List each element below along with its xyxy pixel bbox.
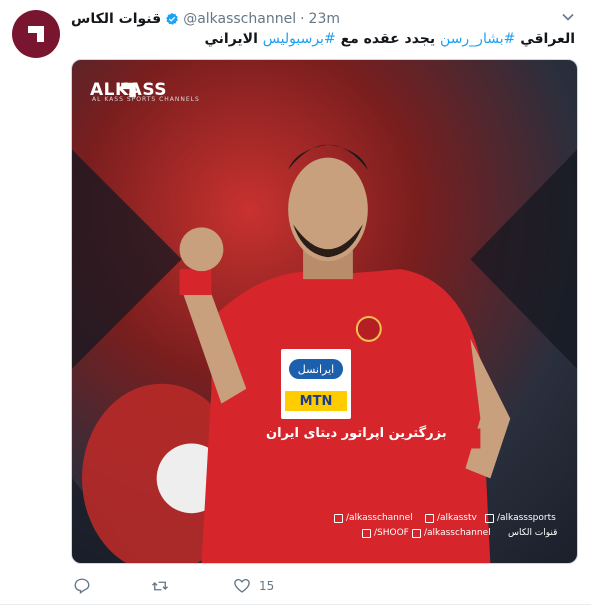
like-button[interactable]: 15	[233, 577, 274, 595]
jersey-sponsor: ايرانسل MTN	[281, 349, 351, 419]
reply-button[interactable]	[73, 577, 91, 595]
like-count: 15	[259, 579, 275, 593]
social-facebook-label: /alkasstv	[437, 513, 477, 523]
brand-subtitle: AL KASS SPORTS CHANNELS	[92, 96, 200, 103]
hashtag-club[interactable]: #برسبوليس	[263, 31, 336, 47]
like-icon	[234, 578, 250, 593]
display-name[interactable]: قنوات الكاس	[71, 11, 161, 27]
chevron-down-icon[interactable]	[561, 10, 575, 24]
shoof-icon	[362, 528, 371, 538]
verified-icon	[166, 12, 179, 25]
channel-tag: قنوات الكاس	[508, 528, 557, 538]
reply-icon	[74, 578, 90, 595]
social-twitter-label: /alkasschannel	[346, 513, 413, 523]
timestamp[interactable]: 23m	[309, 11, 340, 27]
social-twitter: /alkasschannel	[334, 513, 413, 523]
social-youtube: /alkasschannel	[412, 528, 491, 538]
photo-artwork	[72, 144, 577, 563]
alkass-logo-icon	[28, 26, 44, 42]
social-shoof: /SHOOF	[362, 528, 409, 538]
tweet[interactable]: قنوات الكاس @alkasschannel · 23m العراقي…	[0, 0, 591, 605]
tweet-actions: 15	[71, 577, 491, 599]
twitter-icon	[334, 513, 343, 523]
sponsor-mtn: MTN	[285, 391, 347, 411]
social-facebook: /alkasstv	[425, 513, 477, 523]
social-instagram: /alkasssports	[485, 513, 556, 523]
jersey-slogan: بزرگترین اپراتور دیتای ایران	[266, 426, 447, 441]
social-youtube-label: /alkasschannel	[424, 528, 491, 538]
instagram-icon	[485, 513, 494, 523]
separator-dot: ·	[300, 11, 305, 27]
facebook-icon	[425, 513, 434, 523]
tweet-photo[interactable]: ALKASS AL KASS SPORTS CHANNELS ايرانسل M…	[71, 59, 578, 564]
sponsor-top: ايرانسل	[289, 359, 343, 379]
tweet-header: قنوات الكاس @alkasschannel · 23m	[71, 10, 340, 28]
tweet-text-middle: يجدد عقده مع	[340, 31, 436, 47]
tweet-text-prefix: العراقي	[520, 31, 575, 47]
retweet-button[interactable]	[151, 577, 169, 595]
channel-tag-label: قنوات الكاس	[508, 528, 558, 538]
tweet-text-suffix: الايراني	[204, 31, 258, 47]
youtube-icon	[412, 528, 421, 538]
social-shoof-label: /SHOOF	[374, 528, 409, 538]
hashtag-player[interactable]: #بشار_رسن	[440, 31, 515, 47]
social-instagram-label: /alkasssports	[497, 513, 556, 523]
avatar[interactable]	[12, 10, 60, 58]
handle[interactable]: @alkasschannel	[183, 11, 296, 27]
retweet-icon	[152, 581, 168, 591]
tweet-text: العراقي #بشار_رسن يجدد عقده مع #برسبوليس…	[205, 31, 576, 47]
